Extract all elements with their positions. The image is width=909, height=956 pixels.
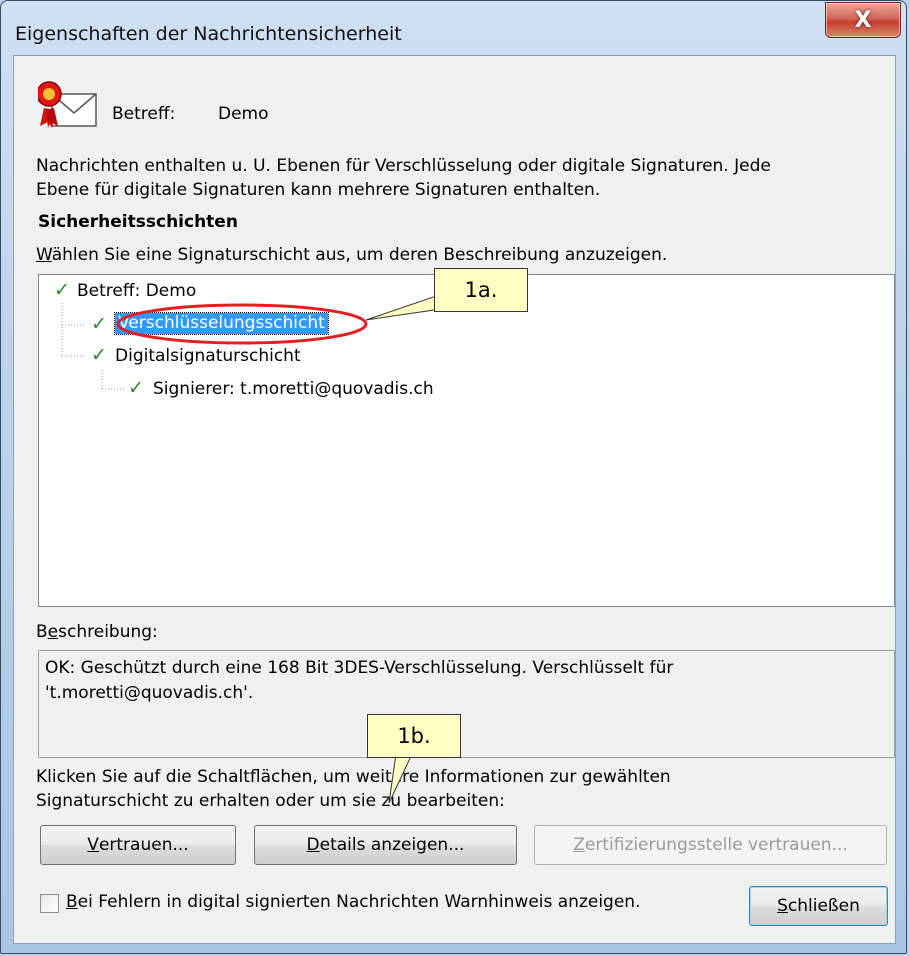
annotation-overlay	[116, 290, 450, 804]
callout-b-pointer	[388, 753, 413, 804]
callout-1a: 1a.	[434, 268, 528, 312]
callout-1b: 1b.	[367, 714, 461, 758]
highlight-ellipse	[116, 303, 368, 345]
